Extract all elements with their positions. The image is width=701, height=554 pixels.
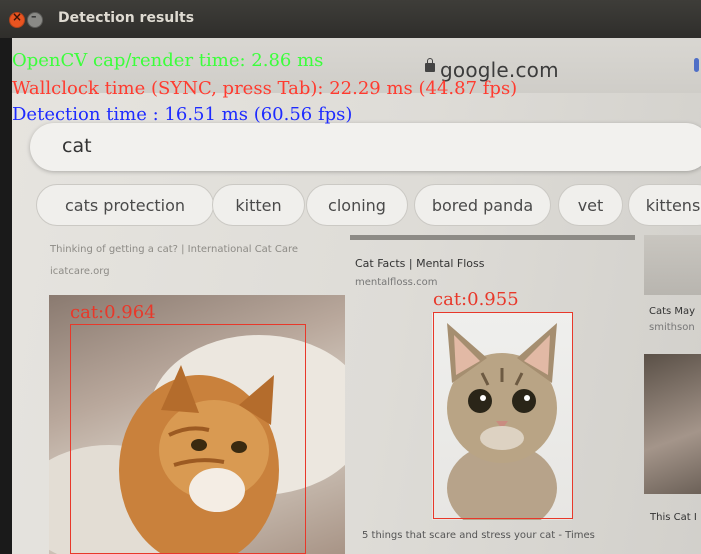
detection-box-1 xyxy=(70,324,306,554)
chip-cloning: cloning xyxy=(306,184,408,226)
detection-window: Detection results google.com cat cats pr… xyxy=(0,0,701,554)
lock-icon xyxy=(425,58,435,72)
caption-bottom-middle: 5 things that scare and stress your cat … xyxy=(362,530,595,541)
card-snippet-left: Thinking of getting a cat? | Internation… xyxy=(50,244,299,255)
window-title: Detection results xyxy=(58,10,195,26)
card-source-right: smithson xyxy=(649,322,695,333)
title-bar[interactable]: Detection results xyxy=(0,0,701,38)
wallclock-time-text: Wallclock time (SYNC, press Tab): 22.29 … xyxy=(12,78,518,99)
card-source-left: icatcare.org xyxy=(50,266,110,277)
caption-bottom-right: This Cat I xyxy=(650,512,697,523)
detection-box-2 xyxy=(433,312,573,519)
chip-kitten: kitten xyxy=(212,184,305,226)
thumbnail-right-top xyxy=(644,235,701,295)
close-window-button[interactable] xyxy=(9,10,25,28)
chip-kittens: kittens xyxy=(628,184,701,226)
minimize-window-button[interactable] xyxy=(27,10,43,28)
detection-time-text: Detection time : 16.51 ms (60.56 fps) xyxy=(12,104,353,125)
search-query: cat xyxy=(62,135,92,157)
microphone-icon xyxy=(694,58,699,72)
search-box xyxy=(30,123,701,171)
chip-bored-panda: bored panda xyxy=(414,184,551,226)
detection-label-2: cat:0.955 xyxy=(433,289,519,310)
card-divider xyxy=(350,235,635,240)
thumbnail-right-bottom xyxy=(644,354,701,494)
card-title-right: Cats May xyxy=(649,306,696,317)
video-frame: google.com cat cats protection kitten cl… xyxy=(12,38,701,554)
card-title-middle: Cat Facts | Mental Floss xyxy=(355,257,485,270)
detection-label-1: cat:0.964 xyxy=(70,302,156,323)
render-time-text: OpenCV cap/render time: 2.86 ms xyxy=(12,50,324,71)
chip-cats-protection: cats protection xyxy=(36,184,214,226)
chip-vet: vet xyxy=(558,184,623,226)
card-source-middle: mentalfloss.com xyxy=(355,277,438,288)
